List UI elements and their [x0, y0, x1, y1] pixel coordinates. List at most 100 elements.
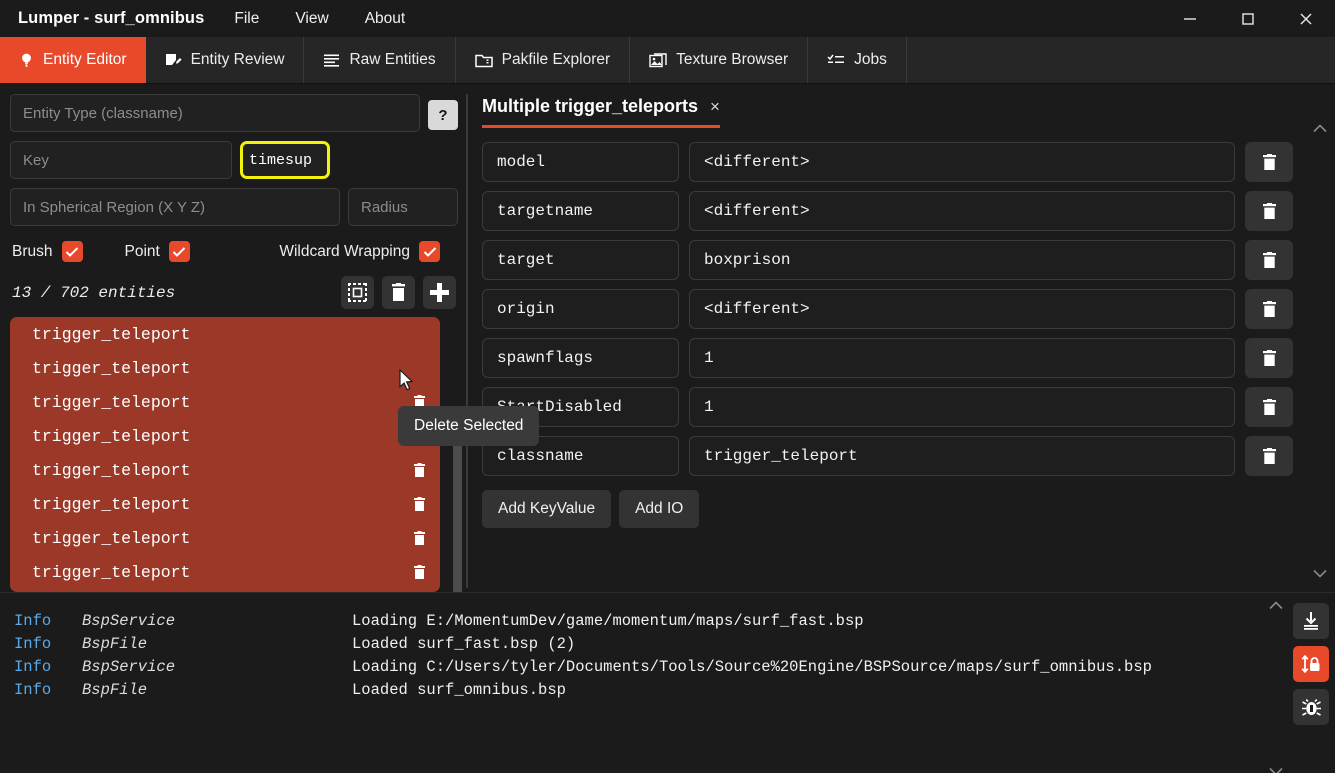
- keyvalue-value[interactable]: boxprison: [689, 240, 1235, 280]
- task-list-icon: [827, 53, 845, 67]
- menu-item-file[interactable]: File: [232, 7, 261, 31]
- properties-scrollbar[interactable]: [1309, 116, 1331, 586]
- keyvalue-key[interactable]: targetname: [482, 191, 679, 231]
- table-row: origin <different>: [482, 289, 1335, 329]
- keyvalue-key[interactable]: target: [482, 240, 679, 280]
- scroll-to-bottom-icon[interactable]: [1293, 603, 1329, 639]
- list-item[interactable]: trigger_teleport: [10, 521, 440, 555]
- log-tool-buttons: [1287, 593, 1335, 773]
- minimize-icon[interactable]: [1161, 0, 1219, 37]
- help-button[interactable]: ?: [428, 100, 458, 130]
- window-controls: [1161, 0, 1335, 37]
- tab-label: Entity Editor: [43, 51, 127, 68]
- keyvalue-value[interactable]: 1: [689, 387, 1235, 427]
- delete-keyvalue-button[interactable]: [1245, 191, 1293, 231]
- keyvalue-key[interactable]: spawnflags: [482, 338, 679, 378]
- log-line: Info BspFile Loaded surf_omnibus.bsp: [14, 678, 1265, 701]
- delete-keyvalue-button[interactable]: [1245, 289, 1293, 329]
- wildcard-wrapping-checkbox[interactable]: Wildcard Wrapping: [279, 241, 440, 262]
- delete-keyvalue-button[interactable]: [1245, 240, 1293, 280]
- point-label: Point: [124, 242, 160, 260]
- tab-pakfile-explorer[interactable]: Pakfile Explorer: [456, 37, 631, 83]
- list-item[interactable]: trigger_teleport: [10, 419, 440, 453]
- maximize-icon[interactable]: [1219, 0, 1277, 37]
- check-icon: [61, 241, 83, 262]
- entity-editor-tab[interactable]: Multiple trigger_teleports ×: [482, 96, 720, 128]
- classname-input[interactable]: [10, 94, 420, 132]
- chevron-down-icon[interactable]: [1269, 767, 1283, 773]
- region-filter-row: [10, 188, 458, 226]
- autoscroll-lock-icon[interactable]: [1293, 646, 1329, 682]
- tab-texture-browser[interactable]: Texture Browser: [630, 37, 809, 83]
- select-all-button[interactable]: [341, 276, 374, 309]
- keyvalue-value[interactable]: 1: [689, 338, 1235, 378]
- trash-icon[interactable]: [413, 496, 426, 512]
- add-io-button[interactable]: Add IO: [619, 490, 700, 528]
- menu-item-about[interactable]: About: [363, 7, 408, 31]
- tab-raw-entities[interactable]: Raw Entities: [304, 37, 456, 83]
- entity-editor-tab-label: Multiple trigger_teleports: [482, 96, 699, 116]
- check-icon: [168, 241, 190, 262]
- entity-count-label: 13 / 702 entities: [12, 283, 176, 302]
- delete-keyvalue-button[interactable]: [1245, 338, 1293, 378]
- add-entity-button[interactable]: [423, 276, 456, 309]
- check-icon: [419, 241, 440, 262]
- delete-keyvalue-button[interactable]: [1245, 142, 1293, 182]
- filter-checkboxes: Brush Point Wildcard Wrapping: [12, 241, 458, 262]
- mouse-cursor: [399, 368, 415, 398]
- folder-zip-icon: [474, 53, 493, 68]
- list-item[interactable]: trigger_teleport: [10, 385, 440, 419]
- debug-bug-icon[interactable]: [1293, 689, 1329, 725]
- log-source: BspService: [82, 611, 176, 630]
- add-keyvalue-button[interactable]: Add KeyValue: [482, 490, 612, 528]
- radius-input[interactable]: [348, 188, 458, 226]
- lightbulb-icon: [19, 52, 34, 68]
- close-icon[interactable]: [1277, 0, 1335, 37]
- keyvalue-value[interactable]: trigger_teleport: [689, 436, 1235, 476]
- log-panel: Info BspService Loading E:/MomentumDev/g…: [0, 592, 1335, 773]
- list-item[interactable]: trigger_teleport: [10, 317, 440, 351]
- entity-list[interactable]: trigger_teleport trigger_teleport trigge…: [10, 317, 440, 592]
- tab-label: Entity Review: [190, 51, 285, 68]
- keyvalue-value[interactable]: <different>: [689, 142, 1235, 182]
- log-output[interactable]: Info BspService Loading E:/MomentumDev/g…: [0, 593, 1265, 773]
- tab-entity-editor[interactable]: Entity Editor: [0, 37, 146, 83]
- point-checkbox[interactable]: Point: [125, 241, 190, 262]
- trash-icon[interactable]: [413, 462, 426, 478]
- table-row: targetname <different>: [482, 191, 1335, 231]
- list-item[interactable]: trigger_teleport: [10, 453, 440, 487]
- tab-jobs[interactable]: Jobs: [808, 37, 907, 83]
- delete-keyvalue-button[interactable]: [1245, 436, 1293, 476]
- list-item[interactable]: trigger_teleport: [10, 487, 440, 521]
- list-action-buttons: [341, 276, 456, 309]
- brush-checkbox[interactable]: Brush: [12, 241, 83, 262]
- delete-keyvalue-button[interactable]: [1245, 387, 1293, 427]
- table-row: model <different>: [482, 142, 1335, 182]
- chevron-up-icon[interactable]: [1269, 601, 1283, 610]
- scrollbar-thumb[interactable]: [453, 426, 462, 616]
- spherical-region-input[interactable]: [10, 188, 340, 226]
- keyvalue-value[interactable]: <different>: [689, 191, 1235, 231]
- tab-label: Jobs: [854, 51, 887, 68]
- image-stack-icon: [649, 52, 667, 68]
- tab-entity-review[interactable]: Entity Review: [146, 37, 305, 83]
- chevron-down-icon[interactable]: [1313, 569, 1327, 578]
- keyvalue-value[interactable]: <different>: [689, 289, 1235, 329]
- log-vertical-scrollbar[interactable]: [1265, 593, 1287, 773]
- keyvalue-key[interactable]: model: [482, 142, 679, 182]
- entity-name: trigger_teleport: [32, 460, 191, 480]
- list-item[interactable]: trigger_teleport: [10, 351, 440, 385]
- keyvalue-key[interactable]: origin: [482, 289, 679, 329]
- trash-icon[interactable]: [413, 564, 426, 580]
- close-icon[interactable]: ×: [710, 98, 720, 115]
- key-filter-input[interactable]: [10, 141, 232, 179]
- chevron-up-icon[interactable]: [1313, 124, 1327, 133]
- trash-icon[interactable]: [413, 530, 426, 546]
- delete-selected-button[interactable]: [382, 276, 415, 309]
- entity-filter-panel: ? Brush Point: [0, 84, 540, 616]
- list-item[interactable]: trigger_teleport: [10, 555, 440, 589]
- tooltip: Delete Selected: [398, 406, 540, 446]
- add-buttons-row: Add KeyValue Add IO: [482, 490, 1335, 528]
- value-filter-input[interactable]: [240, 141, 330, 179]
- menu-item-view[interactable]: View: [293, 7, 330, 31]
